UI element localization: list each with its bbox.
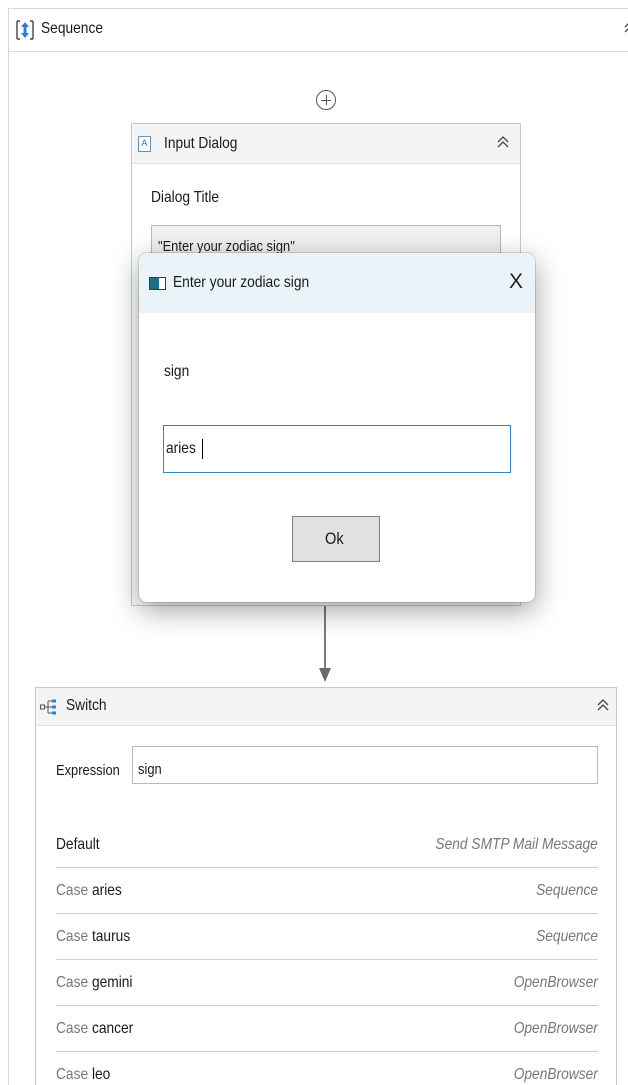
double-chevron-up-icon[interactable]	[596, 697, 610, 718]
flow-arrow-icon	[319, 668, 331, 682]
dialog-titlebar[interactable]: Enter your zodiac sign X	[139, 253, 535, 313]
sequence-icon	[16, 20, 34, 40]
default-case-row[interactable]: Default Send SMTP Mail Message	[56, 822, 598, 868]
input-dialog-window[interactable]: Enter your zodiac sign X sign aries Ok	[139, 253, 535, 602]
sequence-collapse-icon[interactable]	[623, 19, 628, 40]
switch-activity[interactable]: Switch Expression sign Default Send SMTP…	[35, 687, 617, 1085]
case-row[interactable]: Case aries Sequence	[56, 868, 598, 914]
case-label: Case cancer	[56, 1020, 134, 1037]
sequence-title: Sequence	[41, 20, 103, 37]
case-label: Case taurus	[56, 928, 131, 945]
case-row[interactable]: Case leo OpenBrowser	[56, 1052, 598, 1085]
dialog-window-title: Enter your zodiac sign	[173, 274, 310, 291]
case-row[interactable]: Case gemini OpenBrowser	[56, 960, 598, 1006]
case-label: Case gemini	[56, 974, 133, 991]
case-row[interactable]: Case taurus Sequence	[56, 914, 598, 960]
case-activity[interactable]: Sequence	[526, 882, 598, 900]
add-activity-plus-icon[interactable]	[316, 90, 336, 110]
input-dialog-icon: A	[138, 136, 151, 152]
input-dialog-header[interactable]: A Input Dialog	[132, 124, 520, 164]
switch-header[interactable]: Switch	[36, 688, 616, 726]
switch-title: Switch	[66, 697, 107, 714]
case-activity[interactable]: OpenBrowser	[500, 1020, 598, 1038]
switch-icon	[40, 699, 56, 715]
case-activity[interactable]: OpenBrowser	[500, 974, 598, 992]
case-activity[interactable]: Sequence	[526, 928, 598, 946]
input-label: sign	[164, 363, 190, 380]
expression-field[interactable]: sign	[132, 746, 598, 784]
sequence-header[interactable]: Sequence	[9, 9, 628, 52]
window-app-icon	[149, 277, 166, 290]
input-dialog-title: Input Dialog	[164, 135, 238, 152]
case-activity[interactable]: OpenBrowser	[500, 1066, 598, 1084]
sign-input[interactable]: aries	[163, 425, 511, 473]
case-label: Case leo	[56, 1066, 111, 1083]
expression-label: Expression	[56, 762, 120, 779]
flow-connector	[324, 606, 326, 672]
case-label: Case aries	[56, 882, 122, 899]
double-chevron-up-icon[interactable]	[496, 134, 510, 155]
dialog-title-label: Dialog Title	[151, 189, 220, 206]
ok-button[interactable]: Ok	[292, 516, 380, 562]
case-activity[interactable]: Send SMTP Mail Message	[409, 836, 598, 854]
case-row[interactable]: Case cancer OpenBrowser	[56, 1006, 598, 1052]
case-label: Default	[56, 836, 100, 853]
close-button[interactable]: X	[509, 270, 523, 294]
